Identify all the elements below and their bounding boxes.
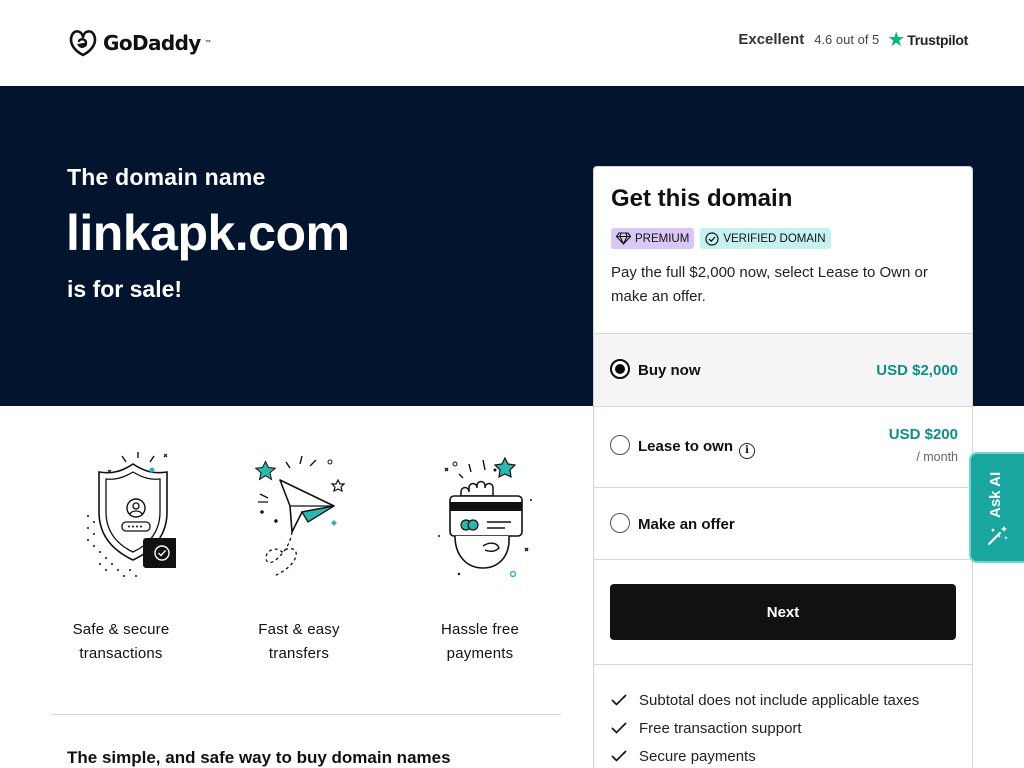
checkmark-icon [611,694,627,706]
benefits-list: Subtotal does not include applicable tax… [611,686,919,768]
feature-label-line1: Safe & secure [72,621,170,638]
lease-to-own-price: USD $200 [888,426,958,443]
features-row: Safe & secure transactions Fast & easy t… [51,450,561,670]
buy-now-price: USD $2,000 [876,362,958,379]
next-button[interactable]: Next [610,584,956,640]
verified-badge-label: VERIFIED DOMAIN [723,232,826,245]
trustpilot-rating[interactable]: Excellent 4.6 out of 5 ★ Trustpilot [738,28,968,51]
feature-label-line1: Hassle free [440,621,520,638]
diamond-icon [616,232,631,245]
logo-wordmark: GoDaddy [103,31,201,55]
domain-badges: PREMIUM VERIFIED DOMAIN [611,228,831,249]
benefit-text: Subtotal does not include applicable tax… [639,691,920,709]
benefit-item: Free transaction support [611,714,919,742]
buy-now-label: Buy now [638,362,701,379]
card-title: Get this domain [611,185,793,212]
tagline-heading: The simple, and safe way to buy domain n… [67,748,451,767]
card-hand-icon [438,456,532,578]
shield-icon [87,452,176,577]
buy-now-radio[interactable] [610,359,630,379]
godaddy-logo[interactable]: GoDaddy ™ [67,28,211,58]
feature-label-line2: payments [446,645,514,662]
paper-plane-icon [254,455,346,577]
benefit-item: Secure payments [611,742,919,768]
ask-ai-button[interactable]: Ask AI [969,452,1024,563]
trustpilot-star-icon: ★ [887,28,906,51]
trustpilot-brand: Trustpilot [907,31,968,48]
hero-for-sale: is for sale! [67,276,183,302]
feature-fast-easy: Fast & easy transfers [229,450,369,666]
lease-to-own-radio[interactable] [610,435,630,455]
hero-intro: The domain name [67,164,266,190]
trademark-mark: ™ [204,40,211,46]
info-icon[interactable]: i [739,443,756,459]
option-lease-to-own[interactable]: Lease to own i USD $200 / month [594,406,972,487]
magic-wand-icon [987,526,1008,546]
option-make-offer[interactable]: Make an offer [594,487,972,560]
lease-to-own-period: / month [916,450,958,464]
checkmark-icon [611,722,627,734]
make-offer-label: Make an offer [638,516,735,533]
lease-to-own-label: Lease to own [638,438,734,455]
section-divider [51,714,561,715]
verified-badge: VERIFIED DOMAIN [700,228,831,249]
premium-badge-label: PREMIUM [635,232,690,245]
lease-to-own-label-wrap: Lease to own i [638,438,756,459]
feature-safe-secure: Safe & secure transactions [51,450,191,666]
feature-label-line1: Fast & easy [258,621,340,638]
benefit-text: Secure payments [639,747,756,765]
feature-label-line2: transactions [79,645,163,662]
feature-label-line2: transfers [268,645,330,662]
ask-ai-label: Ask AI [987,471,1004,518]
feature-hassle-free: Hassle free payments [410,450,550,666]
trustpilot-rating-score: 4.6 out of 5 [814,32,880,47]
purchase-card: Get this domain PREMIUM VERIFIED DOMAIN … [593,166,973,768]
godaddy-logo-icon [69,30,97,57]
option-buy-now[interactable]: Buy now USD $2,000 [594,333,972,406]
benefit-text: Free transaction support [639,719,802,737]
checkmark-icon [611,750,627,762]
hero-domain-name: linkapk.com [66,205,350,261]
site-header: GoDaddy ™ Excellent 4.6 out of 5 ★ Trust… [0,0,1024,86]
card-separator [594,664,972,665]
premium-badge: PREMIUM [611,228,695,249]
trustpilot-rating-word: Excellent [738,31,805,48]
benefit-item: Subtotal does not include applicable tax… [611,686,919,714]
verified-check-icon [705,231,719,246]
card-description: Pay the full $2,000 now, select Lease to… [611,264,928,305]
make-offer-radio[interactable] [610,513,630,533]
